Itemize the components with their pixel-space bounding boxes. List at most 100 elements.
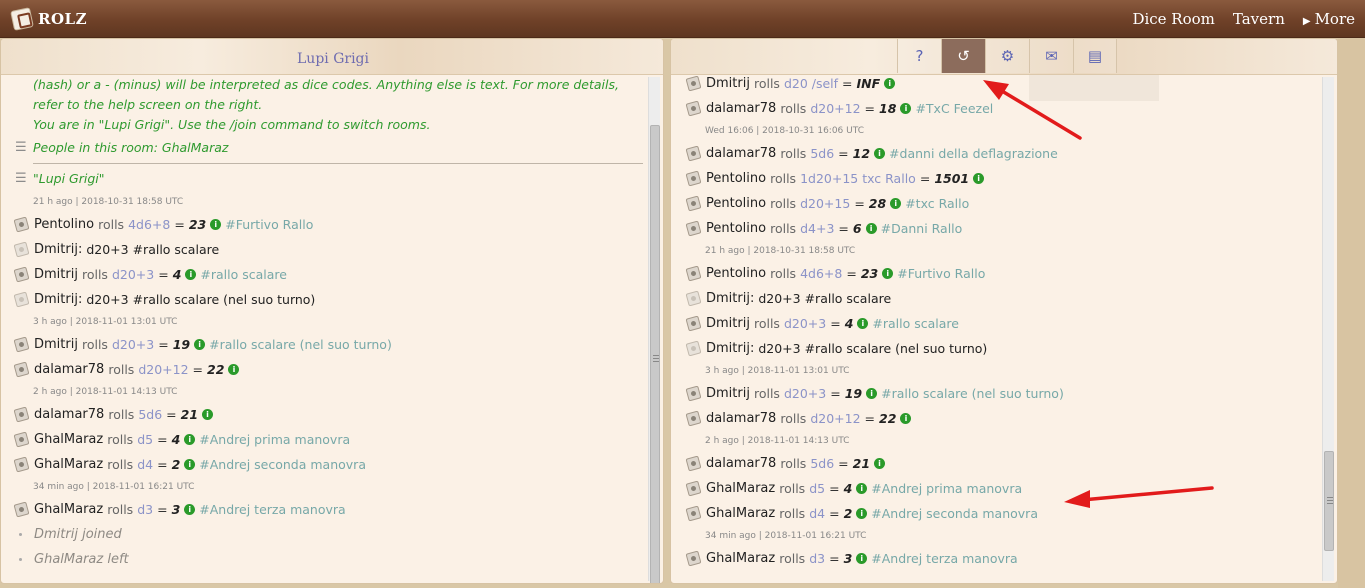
- info-icon[interactable]: i: [973, 173, 985, 184]
- dice-code[interactable]: 1d20+15 txc Rallo: [800, 171, 916, 186]
- roll-comment: #Danni Rallo: [880, 221, 963, 236]
- equals-sign: =: [174, 217, 185, 232]
- user-name[interactable]: GhalMaraz: [706, 506, 775, 521]
- roll-comment: #Andrej prima manovra: [199, 432, 351, 447]
- dice-code[interactable]: d20+3: [784, 386, 826, 401]
- bullet-icon: [19, 558, 22, 561]
- dice-code[interactable]: 5d6: [810, 456, 834, 471]
- info-icon[interactable]: i: [184, 434, 196, 445]
- right-scroll-thumb[interactable]: [1324, 451, 1334, 551]
- dice-code[interactable]: d20 /self: [784, 76, 838, 91]
- info-icon[interactable]: i: [874, 458, 886, 469]
- info-icon[interactable]: i: [185, 269, 197, 280]
- user-name[interactable]: Dmitrij:: [34, 292, 82, 307]
- info-icon[interactable]: i: [857, 318, 869, 329]
- dice-logo-icon: [10, 7, 34, 31]
- left-scrollbar[interactable]: [648, 77, 660, 583]
- dice-code[interactable]: 5d6: [138, 407, 162, 422]
- info-icon[interactable]: i: [900, 103, 912, 114]
- user-name[interactable]: Dmitrij:: [706, 341, 754, 356]
- dice-code[interactable]: d20+12: [810, 411, 860, 426]
- dice-code[interactable]: 5d6: [810, 146, 834, 161]
- dice-code[interactable]: d4: [809, 506, 825, 521]
- roll-result: 18: [879, 101, 897, 116]
- info-icon[interactable]: i: [856, 483, 868, 494]
- dice-code[interactable]: d20+15: [800, 196, 850, 211]
- user-name[interactable]: Dmitrij:: [34, 242, 82, 257]
- roll-verb: rolls: [770, 221, 797, 236]
- dice-code[interactable]: d5: [137, 432, 153, 447]
- user-name[interactable]: GhalMaraz: [34, 457, 103, 472]
- toolbar-button-mail[interactable]: ✉: [1029, 39, 1073, 73]
- dice-code[interactable]: d5: [809, 481, 825, 496]
- roll-verb: rolls: [770, 196, 797, 211]
- info-icon[interactable]: i: [865, 223, 877, 234]
- roll-verb: rolls: [780, 101, 807, 116]
- user-name[interactable]: Dmitrij: [706, 76, 750, 91]
- nav-more[interactable]: ▶ More: [1303, 10, 1355, 28]
- user-name[interactable]: GhalMaraz: [706, 551, 775, 566]
- dice-code[interactable]: d4: [137, 457, 153, 472]
- info-icon[interactable]: i: [890, 198, 902, 209]
- user-name[interactable]: dalamar78: [34, 407, 104, 422]
- info-icon[interactable]: i: [884, 78, 896, 89]
- triangle-right-icon: ▶: [1302, 16, 1311, 27]
- logo-text: ROLZ: [38, 10, 88, 28]
- dice-code[interactable]: d20+3: [784, 316, 826, 331]
- user-name[interactable]: Dmitrij:: [706, 291, 754, 306]
- info-icon[interactable]: i: [874, 148, 886, 159]
- left-scroll-thumb[interactable]: [650, 125, 660, 583]
- toolbar-button-gear[interactable]: ⚙: [985, 39, 1029, 73]
- user-name[interactable]: GhalMaraz: [34, 432, 103, 447]
- toolbar-button-book[interactable]: ▤: [1073, 39, 1117, 73]
- dice-code[interactable]: d3: [137, 502, 153, 517]
- dice-code[interactable]: d20+12: [138, 362, 188, 377]
- user-name[interactable]: Dmitrij: [34, 337, 78, 352]
- toolbar-button-history[interactable]: ↺: [941, 39, 985, 73]
- user-name[interactable]: dalamar78: [706, 101, 776, 116]
- user-name[interactable]: Pentolino: [706, 171, 766, 186]
- info-icon[interactable]: i: [866, 388, 878, 399]
- logo[interactable]: ROLZ: [10, 7, 88, 31]
- user-name[interactable]: Dmitrij: [34, 267, 78, 282]
- user-name[interactable]: Dmitrij: [706, 386, 750, 401]
- user-name[interactable]: Pentolino: [706, 196, 766, 211]
- info-icon[interactable]: i: [184, 504, 196, 515]
- info-icon[interactable]: i: [856, 508, 868, 519]
- user-name[interactable]: dalamar78: [706, 411, 776, 426]
- info-icon[interactable]: i: [202, 409, 214, 420]
- info-icon[interactable]: i: [856, 553, 868, 564]
- user-name[interactable]: dalamar78: [706, 146, 776, 161]
- history-log[interactable]: Dmitrij rolls d20 /self = INF i dalamar78 rolls…: [685, 71, 1315, 583]
- user-name[interactable]: dalamar78: [34, 362, 104, 377]
- info-icon[interactable]: i: [184, 459, 196, 470]
- user-name[interactable]: Pentolino: [706, 221, 766, 236]
- dice-code[interactable]: d20+12: [810, 101, 860, 116]
- info-icon[interactable]: i: [882, 268, 894, 279]
- gear-icon: ⚙: [1000, 47, 1015, 65]
- user-name[interactable]: GhalMaraz: [706, 481, 775, 496]
- chat-log[interactable]: (hash) or a - (minus) will be interprete…: [13, 75, 643, 583]
- right-scrollbar[interactable]: [1322, 77, 1334, 581]
- info-icon[interactable]: i: [900, 413, 912, 424]
- dice-code[interactable]: d4+3: [800, 221, 834, 236]
- dice-icon: [685, 195, 702, 212]
- user-name[interactable]: Dmitrij: [706, 316, 750, 331]
- info-icon[interactable]: i: [210, 219, 222, 230]
- nav-tavern[interactable]: Tavern: [1233, 10, 1285, 28]
- info-icon[interactable]: i: [228, 364, 240, 375]
- user-name[interactable]: Pentolino: [706, 266, 766, 281]
- dice-code[interactable]: d20+3: [112, 337, 154, 352]
- roll-result: 2: [843, 506, 853, 521]
- history-panel: Dmitrij rolls d20 /self = INF i dalamar78 rolls…: [670, 38, 1338, 584]
- user-name[interactable]: dalamar78: [706, 456, 776, 471]
- toolbar-button-help[interactable]: ?: [897, 39, 941, 73]
- dice-code[interactable]: d3: [809, 551, 825, 566]
- user-name[interactable]: Pentolino: [34, 217, 94, 232]
- info-icon[interactable]: i: [194, 339, 206, 350]
- nav-dice-room[interactable]: Dice Room: [1132, 10, 1214, 28]
- dice-code[interactable]: d20+3: [112, 267, 154, 282]
- user-name[interactable]: GhalMaraz: [34, 502, 103, 517]
- dice-code[interactable]: 4d6+8: [800, 266, 842, 281]
- dice-code[interactable]: 4d6+8: [128, 217, 170, 232]
